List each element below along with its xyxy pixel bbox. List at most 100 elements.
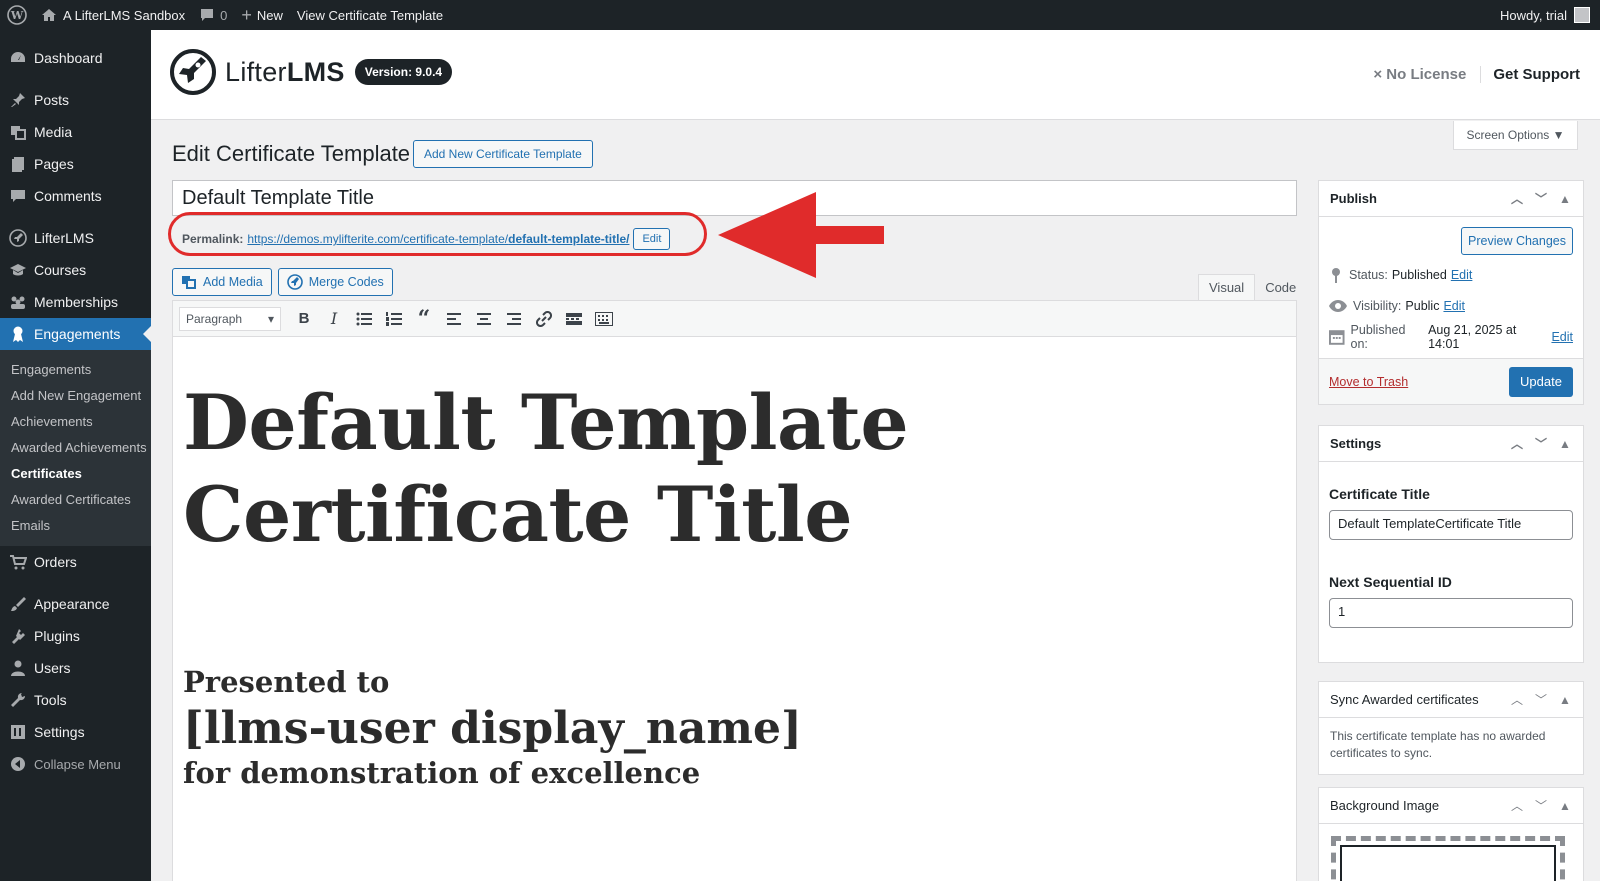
sidebar-item-label: Engagements	[34, 326, 121, 342]
submenu-item-awarded-certificates[interactable]: Awarded Certificates	[0, 487, 151, 513]
header-links: × No License Get Support	[1373, 66, 1580, 83]
toggle-arrow-icon[interactable]: ▲	[1553, 437, 1577, 451]
settings-box: Settings ︿ ﹀ ▲ Certificate Title Default T…	[1318, 425, 1584, 663]
tab-visual[interactable]: Visual	[1198, 274, 1256, 300]
update-button[interactable]: Update	[1509, 366, 1573, 397]
sidebar-item-label: Users	[34, 660, 71, 676]
sidebar-item-pages[interactable]: Pages	[0, 148, 151, 180]
insert-link-button[interactable]	[529, 306, 559, 332]
add-new-certificate-template-button[interactable]: Add New Certificate Template	[413, 140, 593, 168]
submenu-item-certificates[interactable]: Certificates	[0, 461, 151, 487]
chevron-up-icon[interactable]: ︿	[1505, 190, 1529, 207]
chevron-up-icon[interactable]: ︿	[1505, 797, 1529, 814]
published-on-row: Published on: Aug 21, 2025 at 14:01 Edit	[1329, 321, 1573, 352]
lifterlms-logo: LifterLMS Version: 9.0.4	[169, 48, 453, 96]
background-box-title: Background Image	[1330, 798, 1440, 813]
sidebar-item-dashboard[interactable]: Dashboard	[0, 42, 151, 74]
site-name-link[interactable]: A LifterLMS Sandbox	[34, 0, 192, 30]
sidebar-item-label: Comments	[34, 188, 102, 204]
chevron-down-icon[interactable]: ﹀	[1529, 691, 1553, 708]
toolbar-toggle-button[interactable]	[589, 306, 619, 332]
chevron-down-icon[interactable]: ﹀	[1529, 435, 1553, 452]
toggle-arrow-icon[interactable]: ▲	[1553, 799, 1577, 813]
screen-options-button[interactable]: Screen Options ▼	[1453, 121, 1578, 150]
italic-button[interactable]: I	[319, 306, 349, 332]
certificate-title-label: Certificate Title	[1329, 486, 1430, 502]
status-edit-link[interactable]: Edit	[1451, 268, 1473, 282]
chevron-down-icon[interactable]: ﹀	[1529, 190, 1553, 207]
sidebar-item-tools[interactable]: Tools	[0, 684, 151, 716]
cart-icon	[8, 552, 28, 572]
submenu-item-emails[interactable]: Emails	[0, 513, 151, 539]
courses-icon	[8, 260, 28, 280]
bold-button[interactable]: B	[289, 306, 319, 332]
sidebar-item-courses[interactable]: Courses	[0, 254, 151, 286]
new-content-link[interactable]: + New	[234, 0, 290, 30]
bulleted-list-button[interactable]	[349, 306, 379, 332]
sidebar-item-plugins[interactable]: Plugins	[0, 620, 151, 652]
sidebar-item-media[interactable]: Media	[0, 116, 151, 148]
visibility-edit-link[interactable]: Edit	[1443, 299, 1465, 313]
toggle-arrow-icon[interactable]: ▲	[1553, 693, 1577, 707]
visibility-value: Public	[1405, 298, 1440, 313]
sidebar-item-posts[interactable]: Posts	[0, 84, 151, 116]
move-to-trash-link[interactable]: Move to Trash	[1329, 375, 1408, 389]
chevron-up-icon[interactable]: ︿	[1505, 691, 1529, 708]
comments-link[interactable]: 0	[192, 0, 234, 30]
page-title: Edit Certificate Template	[172, 141, 411, 166]
format-select[interactable]: Paragraph ▾	[179, 306, 281, 331]
view-label: View Certificate Template	[296, 7, 444, 23]
get-support-link[interactable]: Get Support	[1481, 66, 1580, 83]
add-media-label: Add Media	[203, 275, 263, 289]
align-right-button[interactable]	[499, 306, 529, 332]
align-center-icon	[477, 312, 491, 325]
submenu-item-awarded-achievements[interactable]: Awarded Achievements	[0, 435, 151, 461]
preview-changes-button[interactable]: Preview Changes	[1461, 227, 1573, 255]
toggle-arrow-icon[interactable]: ▲	[1553, 192, 1577, 206]
read-more-button[interactable]	[559, 306, 589, 332]
next-sequential-id-label: Next Sequential ID	[1329, 574, 1452, 590]
submenu-item-engagements[interactable]: Engagements	[0, 357, 151, 383]
link-icon	[536, 310, 552, 327]
align-center-button[interactable]	[469, 306, 499, 332]
collapse-menu-button[interactable]: Collapse Menu	[0, 748, 151, 780]
tab-code[interactable]: Code	[1255, 274, 1306, 300]
sidebar-item-lifterlms[interactable]: LifterLMS	[0, 222, 151, 254]
sidebar-item-label: Orders	[34, 554, 77, 570]
view-template-link[interactable]: View Certificate Template	[290, 0, 450, 30]
sidebar-item-label: Settings	[34, 724, 85, 740]
sidebar-item-engagements[interactable]: Engagements	[0, 318, 151, 350]
account-menu[interactable]: Howdy, trial	[1500, 7, 1600, 23]
quote-icon: “	[417, 305, 431, 332]
merge-codes-button[interactable]: Merge Codes	[277, 268, 393, 296]
chevron-up-icon[interactable]: ︿	[1505, 435, 1529, 452]
site-name: A LifterLMS Sandbox	[63, 7, 186, 23]
sidebar-item-memberships[interactable]: Memberships	[0, 286, 151, 318]
background-image-thumbnail[interactable]	[1331, 836, 1565, 881]
sidebar-item-label: LifterLMS	[34, 230, 94, 246]
next-sequential-id-input[interactable]: 1	[1329, 598, 1573, 628]
submenu-item-achievements[interactable]: Achievements	[0, 409, 151, 435]
chevron-down-icon[interactable]: ﹀	[1529, 797, 1553, 814]
background-box-header: Background Image ︿ ﹀ ▲	[1319, 788, 1583, 824]
status-row: Status: Published Edit	[1329, 259, 1573, 290]
editor-content[interactable]: Default Template Certificate Title Prese…	[173, 337, 1296, 830]
align-left-button[interactable]	[439, 306, 469, 332]
certificate-title-input[interactable]: Default TemplateCertificate Title	[1329, 510, 1573, 540]
sidebar-item-users[interactable]: Users	[0, 652, 151, 684]
sidebar-item-appearance[interactable]: Appearance	[0, 588, 151, 620]
sidebar-item-settings[interactable]: Settings	[0, 716, 151, 748]
rocket-icon	[8, 228, 28, 248]
add-media-button[interactable]: Add Media	[172, 268, 272, 296]
no-license-link[interactable]: × No License	[1373, 66, 1482, 83]
add-media-icon	[182, 276, 196, 289]
wordpress-logo-icon[interactable]: W	[0, 0, 34, 30]
eye-icon	[1329, 299, 1347, 312]
numbered-list-button[interactable]	[379, 306, 409, 332]
blockquote-button[interactable]: “	[409, 306, 439, 332]
published-edit-link[interactable]: Edit	[1551, 330, 1573, 344]
sidebar-item-comments[interactable]: Comments	[0, 180, 151, 212]
sidebar-item-orders[interactable]: Orders	[0, 546, 151, 578]
submenu-item-add-new-engagement[interactable]: Add New Engagement	[0, 383, 151, 409]
certificate-heading-line-1: Default Template	[183, 378, 909, 467]
